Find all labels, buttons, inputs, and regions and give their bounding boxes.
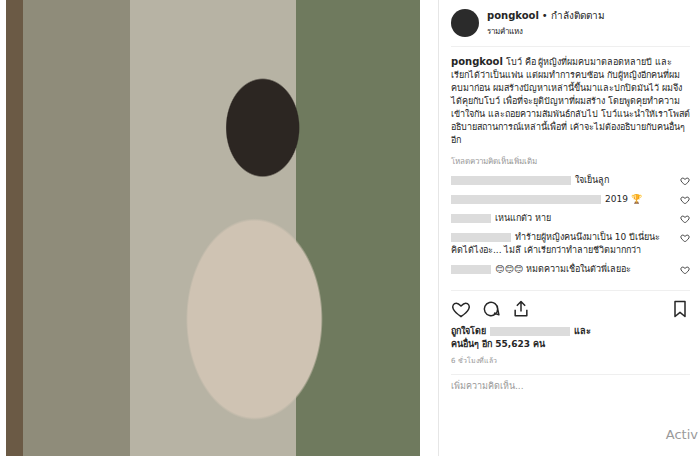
comment-text: ใจเย็นลูก xyxy=(575,175,609,185)
post-photo xyxy=(6,0,420,456)
comment-list: ใจเย็นลูก 2019 🏆 เหนแกตัว หายทำร้ายผู้หญิง… xyxy=(451,174,690,276)
location[interactable]: รามคำแหง xyxy=(487,25,605,38)
add-comment-field[interactable]: เพิ่มความคิดเห็น... xyxy=(451,374,690,393)
comment: ทำร้ายผู้หญิงคนนึงมาเป็น 10 ปีเนี่ยนะ คิ… xyxy=(451,231,690,257)
bookmark-icon[interactable] xyxy=(670,299,690,319)
comment-text: 😊😊😊 หมดความเชื่อในตัวพี่เลยอะ xyxy=(495,264,631,274)
blurred-username xyxy=(490,327,570,336)
heart-icon[interactable] xyxy=(680,195,690,205)
blurred-username xyxy=(451,195,601,204)
comment-text: เหนแกตัว หาย xyxy=(495,213,551,223)
post-panel: pongkool•กำลังติดตามรามคำแหงpongkool โบว… xyxy=(438,0,700,456)
separator: • xyxy=(542,10,548,21)
comment: ใจเย็นลูก xyxy=(451,174,690,187)
blurred-username xyxy=(451,176,571,185)
blurred-username xyxy=(451,233,511,242)
heart-icon[interactable] xyxy=(680,176,690,186)
blurred-username xyxy=(451,265,491,274)
action-bar xyxy=(451,290,690,319)
activation-watermark: Activ xyxy=(666,427,698,442)
post-header: pongkool•กำลังติดตามรามคำแหง xyxy=(451,8,690,47)
instagram-post: pongkool•กำลังติดตามรามคำแหงpongkool โบว… xyxy=(0,0,700,456)
heart-icon[interactable] xyxy=(680,233,690,243)
comment: 😊😊😊 หมดความเชื่อในตัวพี่เลยอะ xyxy=(451,263,690,276)
post-time: 6 ชั่วโมงที่แล้ว xyxy=(451,355,690,366)
likes[interactable]: ถูกใจโดยและคนอื่นๆ อีก 55,623 คน xyxy=(451,325,690,351)
heart-icon[interactable] xyxy=(680,265,690,275)
caption: pongkool โบว์ คือ ผู้หญิงที่ผมคบมาตลอดหล… xyxy=(451,55,690,147)
share-icon[interactable] xyxy=(511,299,531,319)
heart-icon[interactable] xyxy=(451,299,471,319)
load-more-comments[interactable]: โหลดความคิดเห็นเพิ่มเติม xyxy=(451,155,690,168)
comment-icon[interactable] xyxy=(481,299,501,319)
comment: เหนแกตัว หาย xyxy=(451,212,690,225)
blurred-username xyxy=(451,214,491,223)
follow-status[interactable]: กำลังติดตาม xyxy=(551,8,605,23)
username[interactable]: pongkool xyxy=(487,10,539,21)
comment-text: 2019 🏆 xyxy=(605,194,642,204)
avatar-icon[interactable] xyxy=(451,9,479,37)
caption-username[interactable]: pongkool xyxy=(451,56,503,67)
comment: 2019 🏆 xyxy=(451,193,690,206)
heart-icon[interactable] xyxy=(680,214,690,224)
